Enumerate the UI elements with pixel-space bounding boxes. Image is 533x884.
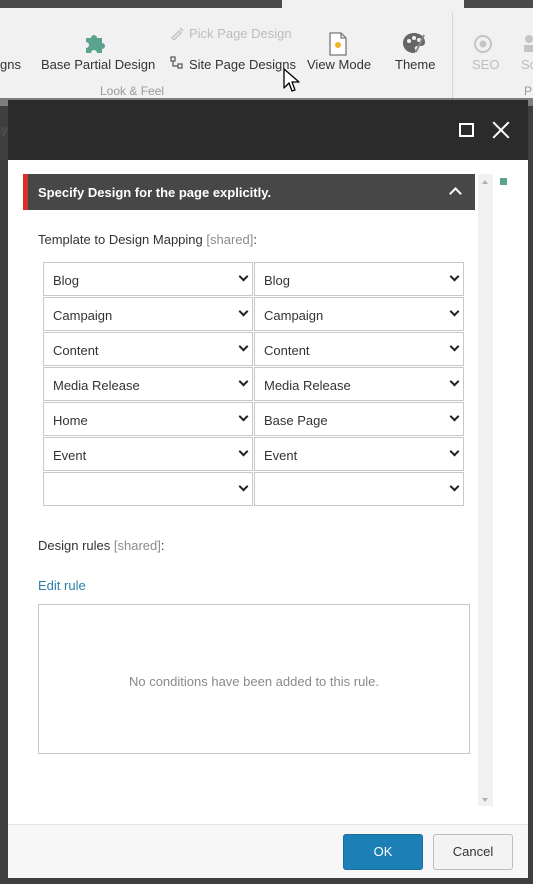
template-select[interactable]: Blog <box>43 262 253 296</box>
template-select[interactable]: Home <box>43 402 253 436</box>
ribbon-top-bar <box>0 0 533 8</box>
design-select[interactable]: Content <box>254 332 464 366</box>
edit-rule-link[interactable]: Edit rule <box>38 578 86 593</box>
template-select[interactable]: Content <box>43 332 253 366</box>
close-icon[interactable] <box>488 117 514 143</box>
cancel-button[interactable]: Cancel <box>433 834 513 870</box>
ok-button[interactable]: OK <box>343 834 423 870</box>
design-select[interactable]: Media Release <box>254 367 464 401</box>
chevron-down-icon <box>449 376 460 387</box>
ribbon-group-label: Look & Feel <box>100 84 165 98</box>
chevron-down-icon <box>238 411 249 422</box>
template-select[interactable]: Campaign <box>43 297 253 331</box>
chevron-down-icon <box>238 341 249 352</box>
seo-button[interactable]: SEO <box>472 57 499 72</box>
view-mode-button[interactable]: View Mode <box>307 57 371 72</box>
chevron-down-icon <box>238 376 249 387</box>
background-text-fragment: ay <box>0 122 8 137</box>
dialog-body: Specify Design for the page explicitly. … <box>8 160 528 824</box>
dialog-footer: OK Cancel <box>8 824 528 878</box>
rule-conditions-box: No conditions have been added to this ru… <box>38 604 470 754</box>
chevron-down-icon <box>449 341 460 352</box>
section-header[interactable]: Specify Design for the page explicitly. <box>23 174 475 210</box>
design-select[interactable]: Blog <box>254 262 464 296</box>
ribbon-separator <box>452 12 453 100</box>
design-select[interactable]: Campaign <box>254 297 464 331</box>
chevron-down-icon <box>449 306 460 317</box>
chevron-down-icon <box>238 271 249 282</box>
vertical-scrollbar[interactable] <box>478 174 493 806</box>
ribbon-group-label-right: P <box>524 84 533 98</box>
status-indicator <box>500 178 507 185</box>
template-select[interactable]: Media Release <box>43 367 253 401</box>
view-mode-icon <box>329 32 347 56</box>
shared-tag: [shared] <box>206 232 254 247</box>
seo-icon <box>474 35 492 53</box>
mouse-cursor-icon <box>283 68 300 92</box>
dialog-content: Specify Design for the page explicitly. … <box>23 174 475 804</box>
design-rules-label: Design rules [shared]: <box>38 538 165 553</box>
select-design-dialog: Specify Design for the page explicitly. … <box>8 100 528 878</box>
ribbon-toolbar: gns Base Partial Design Pick Page Design… <box>0 0 533 106</box>
chevron-down-icon <box>449 446 460 457</box>
site-page-designs-button[interactable]: Site Page Designs <box>189 57 296 72</box>
pick-design-icon <box>170 27 184 40</box>
chevron-up-icon[interactable] <box>449 187 462 200</box>
scroll-up-arrow-icon[interactable] <box>482 180 488 184</box>
chevron-down-icon <box>238 446 249 457</box>
design-select[interactable]: Base Page <box>254 402 464 436</box>
pick-page-design-button[interactable]: Pick Page Design <box>189 26 292 41</box>
theme-button[interactable]: Theme <box>395 57 435 72</box>
base-partial-design-button[interactable]: Base Partial Design <box>41 57 155 72</box>
chevron-down-icon <box>449 271 460 282</box>
section-title: Specify Design for the page explicitly. <box>38 185 272 200</box>
design-select[interactable] <box>254 472 464 506</box>
shared-tag: [shared] <box>113 538 161 553</box>
ribbon-item-cut-off[interactable]: Sc <box>521 57 533 72</box>
site-page-designs-icon <box>170 56 183 69</box>
palette-icon <box>403 33 425 53</box>
ribbon-item-designs-partial[interactable]: gns <box>0 57 21 72</box>
chevron-down-icon <box>449 411 460 422</box>
maximize-icon[interactable] <box>454 117 480 143</box>
chevron-down-icon <box>238 481 249 492</box>
scroll-down-arrow-icon[interactable] <box>482 798 488 802</box>
dialog-header <box>8 100 528 160</box>
chevron-down-icon <box>449 481 460 492</box>
user-icon <box>524 35 533 52</box>
rule-empty-message: No conditions have been added to this ru… <box>128 674 380 689</box>
template-select[interactable] <box>43 472 253 506</box>
template-select[interactable]: Event <box>43 437 253 471</box>
design-select[interactable]: Event <box>254 437 464 471</box>
mapping-label: Template to Design Mapping [shared]: <box>38 232 257 247</box>
chevron-down-icon <box>238 306 249 317</box>
puzzle-icon <box>86 35 105 53</box>
